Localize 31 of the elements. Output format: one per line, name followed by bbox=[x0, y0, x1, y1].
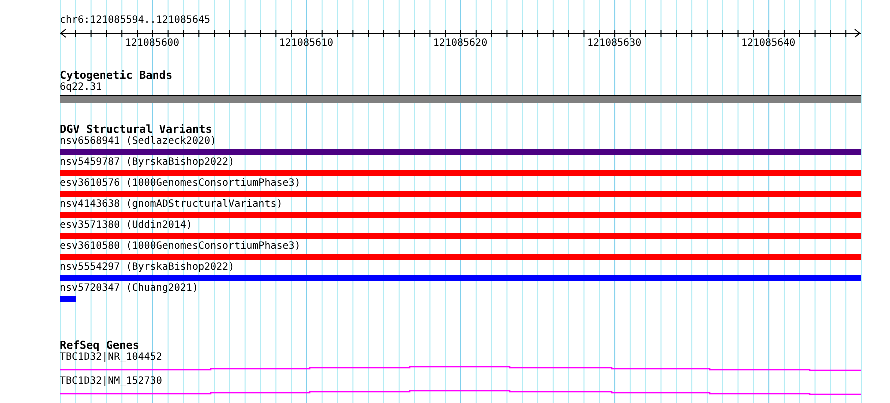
ruler-location: chr6:121085594..121085645 bbox=[60, 15, 212, 27]
variant-label: nsv5720347 (Chuang2021) bbox=[60, 283, 200, 295]
variant-label: esv3571380 (Uddin2014) bbox=[60, 220, 194, 232]
variant-bar[interactable] bbox=[60, 275, 861, 281]
variant-bar[interactable] bbox=[60, 233, 861, 239]
ruler-tick-label: 121085610 bbox=[279, 38, 334, 50]
ruler-tick-label: 121085640 bbox=[741, 38, 796, 50]
track-title: Cytogenetic Bands bbox=[60, 70, 174, 82]
variant-label: esv3610576 (1000GenomesConsortiumPhase3) bbox=[60, 178, 302, 190]
variant-label: nsv5459787 (ByrskaBishop2022) bbox=[60, 157, 236, 169]
gene-label: TBC1D32|NM_152730 bbox=[60, 376, 164, 388]
variant-bar[interactable] bbox=[60, 149, 861, 155]
variant-bar[interactable] bbox=[60, 170, 861, 176]
ruler-tick-label: 121085600 bbox=[125, 38, 180, 50]
track-title: DGV Structural Variants bbox=[60, 124, 214, 136]
variant-bar[interactable] bbox=[60, 191, 861, 197]
gene-intensity-line[interactable] bbox=[60, 388, 861, 396]
variant-label: esv3610580 (1000GenomesConsortiumPhase3) bbox=[60, 241, 302, 253]
variant-bar[interactable] bbox=[60, 296, 76, 302]
variant-label: nsv4143638 (gnomADStructuralVariants) bbox=[60, 199, 284, 211]
variant-label: nsv6568941 (Sedlazeck2020) bbox=[60, 136, 218, 148]
gene-label: TBC1D32|NR_104452 bbox=[60, 352, 164, 364]
band-label: 6q22.31 bbox=[60, 82, 104, 94]
gene-intensity-line[interactable] bbox=[60, 364, 861, 372]
variant-label: nsv5554297 (ByrskaBishop2022) bbox=[60, 262, 236, 274]
cytoband-bar[interactable] bbox=[60, 95, 861, 103]
track-title: RefSeq Genes bbox=[60, 340, 140, 352]
variant-bar[interactable] bbox=[60, 254, 861, 260]
ruler-tick-label: 121085620 bbox=[433, 38, 488, 50]
variant-bar[interactable] bbox=[60, 212, 861, 218]
ruler-tick-label: 121085630 bbox=[587, 38, 642, 50]
